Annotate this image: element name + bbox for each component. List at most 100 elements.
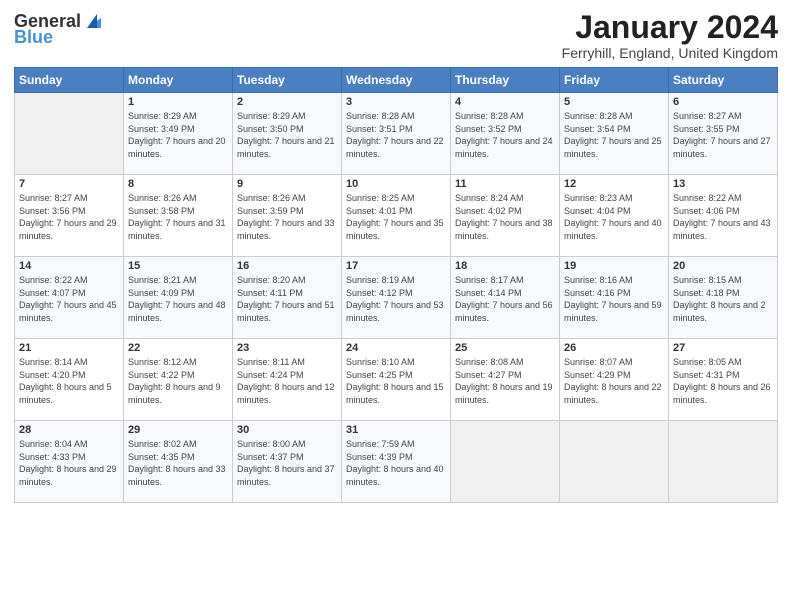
day-number: 22 — [128, 342, 228, 354]
calendar-cell: 5 Sunrise: 8:28 AMSunset: 3:54 PMDaylight… — [560, 93, 669, 175]
day-info: Sunrise: 8:05 AMSunset: 4:31 PMDaylight:… — [673, 356, 773, 406]
calendar-cell: 28Sunrise: 8:04 AMSunset: 4:33 PMDayligh… — [15, 421, 124, 503]
day-number: 15 — [128, 260, 228, 272]
day-number: 14 — [19, 260, 119, 272]
day-number: 4 — [455, 96, 555, 108]
day-number: 11 — [455, 178, 555, 190]
day-number: 18 — [455, 260, 555, 272]
day-number: 13 — [673, 178, 773, 190]
calendar-cell: 11Sunrise: 8:24 AMSunset: 4:02 PMDayligh… — [451, 175, 560, 257]
calendar-cell: 2 Sunrise: 8:29 AMSunset: 3:50 PMDaylight… — [233, 93, 342, 175]
day-info: Sunrise: 8:28 AMSunset: 3:54 PMDaylight:… — [564, 110, 664, 160]
calendar-week-row: 14 Sunrise: 8:22 AMSunset: 4:07 PMDayligh… — [15, 257, 778, 339]
day-info: Sunrise: 8:29 AMSunset: 3:49 PMDaylight:… — [128, 110, 228, 160]
day-info: Sunrise: 8:28 AMSunset: 3:51 PMDaylight:… — [346, 110, 446, 160]
calendar-cell — [669, 421, 778, 503]
day-info: Sunrise: 8:08 AMSunset: 4:27 PMDaylight:… — [455, 356, 555, 406]
day-number: 19 — [564, 260, 664, 272]
calendar-cell: 7 Sunrise: 8:27 AMSunset: 3:56 PMDaylight… — [15, 175, 124, 257]
calendar-header-monday: Monday — [124, 68, 233, 93]
calendar-cell: 27Sunrise: 8:05 AMSunset: 4:31 PMDayligh… — [669, 339, 778, 421]
calendar-header-thursday: Thursday — [451, 68, 560, 93]
calendar-week-row: 1 Sunrise: 8:29 AMSunset: 3:49 PMDaylight… — [15, 93, 778, 175]
calendar-cell: 30 Sunrise: 8:00 AMSunset: 4:37 PMDayligh… — [233, 421, 342, 503]
day-info: Sunrise: 8:10 AMSunset: 4:25 PMDaylight:… — [346, 356, 446, 406]
calendar-header-saturday: Saturday — [669, 68, 778, 93]
day-info: Sunrise: 8:02 AMSunset: 4:35 PMDaylight:… — [128, 438, 228, 488]
calendar-cell: 10 Sunrise: 8:25 AMSunset: 4:01 PMDayligh… — [342, 175, 451, 257]
calendar-cell: 26 Sunrise: 8:07 AMSunset: 4:29 PMDayligh… — [560, 339, 669, 421]
day-number: 10 — [346, 178, 446, 190]
calendar-week-row: 28Sunrise: 8:04 AMSunset: 4:33 PMDayligh… — [15, 421, 778, 503]
day-info: Sunrise: 8:00 AMSunset: 4:37 PMDaylight:… — [237, 438, 337, 488]
day-info: Sunrise: 8:22 AMSunset: 4:06 PMDaylight:… — [673, 192, 773, 242]
day-number: 7 — [19, 178, 119, 190]
day-number: 20 — [673, 260, 773, 272]
calendar-header-tuesday: Tuesday — [233, 68, 342, 93]
calendar-cell: 21Sunrise: 8:14 AMSunset: 4:20 PMDayligh… — [15, 339, 124, 421]
day-info: Sunrise: 8:15 AMSunset: 4:18 PMDaylight:… — [673, 274, 773, 324]
day-number: 12 — [564, 178, 664, 190]
day-number: 29 — [128, 424, 228, 436]
day-info: Sunrise: 8:17 AMSunset: 4:14 PMDaylight:… — [455, 274, 555, 324]
day-info: Sunrise: 8:07 AMSunset: 4:29 PMDaylight:… — [564, 356, 664, 406]
logo: General Blue — [14, 10, 105, 46]
header: General Blue January 2024 Ferryhill, Eng… — [14, 10, 778, 61]
calendar-cell: 23Sunrise: 8:11 AMSunset: 4:24 PMDayligh… — [233, 339, 342, 421]
calendar-cell — [15, 93, 124, 175]
day-info: Sunrise: 8:23 AMSunset: 4:04 PMDaylight:… — [564, 192, 664, 242]
calendar-header-friday: Friday — [560, 68, 669, 93]
day-number: 1 — [128, 96, 228, 108]
day-number: 31 — [346, 424, 446, 436]
day-info: Sunrise: 8:29 AMSunset: 3:50 PMDaylight:… — [237, 110, 337, 160]
day-info: Sunrise: 8:28 AMSunset: 3:52 PMDaylight:… — [455, 110, 555, 160]
day-info: Sunrise: 8:22 AMSunset: 4:07 PMDaylight:… — [19, 274, 119, 324]
page-container: General Blue January 2024 Ferryhill, Eng… — [0, 0, 792, 513]
calendar-cell: 6 Sunrise: 8:27 AMSunset: 3:55 PMDaylight… — [669, 93, 778, 175]
calendar-header-sunday: Sunday — [15, 68, 124, 93]
calendar-header-row: SundayMondayTuesdayWednesdayThursdayFrid… — [15, 68, 778, 93]
day-info: Sunrise: 7:59 AMSunset: 4:39 PMDaylight:… — [346, 438, 446, 488]
day-number: 8 — [128, 178, 228, 190]
calendar-header-wednesday: Wednesday — [342, 68, 451, 93]
day-number: 30 — [237, 424, 337, 436]
day-info: Sunrise: 8:21 AMSunset: 4:09 PMDaylight:… — [128, 274, 228, 324]
calendar-week-row: 7 Sunrise: 8:27 AMSunset: 3:56 PMDaylight… — [15, 175, 778, 257]
day-info: Sunrise: 8:26 AMSunset: 3:59 PMDaylight:… — [237, 192, 337, 242]
day-number: 5 — [564, 96, 664, 108]
day-number: 3 — [346, 96, 446, 108]
calendar-cell: 1 Sunrise: 8:29 AMSunset: 3:49 PMDaylight… — [124, 93, 233, 175]
day-number: 2 — [237, 96, 337, 108]
month-title: January 2024 — [562, 10, 778, 45]
calendar-cell: 22Sunrise: 8:12 AMSunset: 4:22 PMDayligh… — [124, 339, 233, 421]
calendar-cell: 15 Sunrise: 8:21 AMSunset: 4:09 PMDayligh… — [124, 257, 233, 339]
logo-blue-text: Blue — [14, 28, 53, 46]
calendar-table: SundayMondayTuesdayWednesdayThursdayFrid… — [14, 67, 778, 503]
day-info: Sunrise: 8:25 AMSunset: 4:01 PMDaylight:… — [346, 192, 446, 242]
day-number: 16 — [237, 260, 337, 272]
calendar-cell: 4 Sunrise: 8:28 AMSunset: 3:52 PMDaylight… — [451, 93, 560, 175]
day-number: 21 — [19, 342, 119, 354]
day-info: Sunrise: 8:19 AMSunset: 4:12 PMDaylight:… — [346, 274, 446, 324]
day-info: Sunrise: 8:27 AMSunset: 3:55 PMDaylight:… — [673, 110, 773, 160]
calendar-cell: 8Sunrise: 8:26 AMSunset: 3:58 PMDaylight… — [124, 175, 233, 257]
calendar-cell: 16 Sunrise: 8:20 AMSunset: 4:11 PMDayligh… — [233, 257, 342, 339]
day-number: 25 — [455, 342, 555, 354]
day-info: Sunrise: 8:27 AMSunset: 3:56 PMDaylight:… — [19, 192, 119, 242]
calendar-cell: 14 Sunrise: 8:22 AMSunset: 4:07 PMDayligh… — [15, 257, 124, 339]
day-info: Sunrise: 8:11 AMSunset: 4:24 PMDaylight:… — [237, 356, 337, 406]
calendar-cell — [560, 421, 669, 503]
day-number: 26 — [564, 342, 664, 354]
day-number: 17 — [346, 260, 446, 272]
calendar-week-row: 21Sunrise: 8:14 AMSunset: 4:20 PMDayligh… — [15, 339, 778, 421]
day-number: 6 — [673, 96, 773, 108]
calendar-cell: 29 Sunrise: 8:02 AMSunset: 4:35 PMDayligh… — [124, 421, 233, 503]
calendar-cell: 31 Sunrise: 7:59 AMSunset: 4:39 PMDayligh… — [342, 421, 451, 503]
title-section: January 2024 Ferryhill, England, United … — [562, 10, 778, 61]
calendar-cell: 12 Sunrise: 8:23 AMSunset: 4:04 PMDayligh… — [560, 175, 669, 257]
location-title: Ferryhill, England, United Kingdom — [562, 45, 778, 61]
calendar-cell: 17 Sunrise: 8:19 AMSunset: 4:12 PMDayligh… — [342, 257, 451, 339]
day-info: Sunrise: 8:20 AMSunset: 4:11 PMDaylight:… — [237, 274, 337, 324]
day-number: 9 — [237, 178, 337, 190]
calendar-cell: 13 Sunrise: 8:22 AMSunset: 4:06 PMDayligh… — [669, 175, 778, 257]
